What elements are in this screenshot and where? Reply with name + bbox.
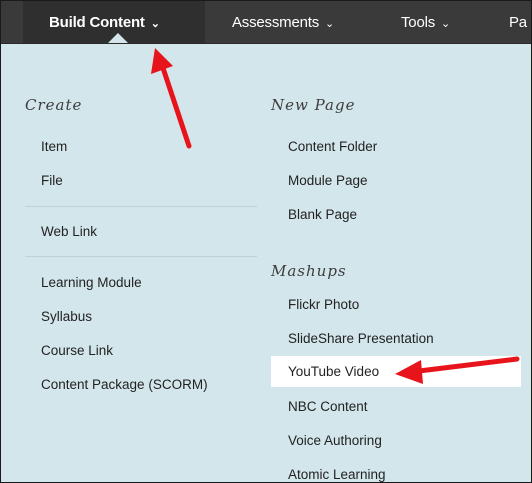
menu-item-blank-page[interactable]: Blank Page — [288, 207, 357, 222]
menu-item-web-link[interactable]: Web Link — [41, 224, 97, 239]
section-title-create: Create — [25, 96, 83, 114]
course-menu-bar: Build Content ⌄ Assessments ⌄ Tools ⌄ Pa — [1, 1, 531, 44]
annotation-arrow-left-icon — [395, 356, 520, 384]
section-title-new-page: New Page — [271, 96, 356, 114]
section-title-mashups: Mashups — [271, 262, 347, 280]
menu-item-item[interactable]: Item — [41, 139, 67, 154]
build-content-dropdown: Create Item File Web Link Learning Modul… — [1, 44, 531, 482]
tab-partial[interactable]: Pa — [509, 1, 527, 43]
annotation-arrow-up-icon — [151, 48, 192, 149]
dropdown-pointer — [108, 33, 128, 43]
menu-item-file[interactable]: File — [41, 173, 63, 188]
menu-item-content-folder[interactable]: Content Folder — [288, 139, 377, 154]
menu-item-youtube-video[interactable]: YouTube Video — [288, 364, 379, 379]
tab-build-content-label: Build Content — [49, 13, 145, 31]
tab-assessments-label: Assessments — [232, 13, 319, 31]
menu-item-voice-authoring[interactable]: Voice Authoring — [288, 433, 382, 448]
screenshot-frame: Build Content ⌄ Assessments ⌄ Tools ⌄ Pa… — [0, 0, 532, 483]
tab-tools[interactable]: Tools ⌄ — [401, 1, 450, 43]
tab-tools-label: Tools — [401, 13, 436, 31]
menu-item-nbc-content[interactable]: NBC Content — [288, 399, 368, 414]
tab-assessments[interactable]: Assessments ⌄ — [232, 1, 334, 43]
menu-item-atomic-learning[interactable]: Atomic Learning — [288, 467, 386, 482]
chevron-down-icon: ⌄ — [441, 17, 451, 30]
menu-item-slideshare[interactable]: SlideShare Presentation — [288, 331, 434, 346]
chevron-down-icon: ⌄ — [325, 17, 335, 30]
menu-item-flickr-photo[interactable]: Flickr Photo — [288, 297, 359, 312]
menu-item-module-page[interactable]: Module Page — [288, 173, 368, 188]
divider — [25, 206, 257, 207]
divider — [25, 256, 257, 257]
chevron-down-icon: ⌄ — [150, 17, 160, 30]
tab-partial-label: Pa — [509, 13, 527, 31]
menu-item-course-link[interactable]: Course Link — [41, 343, 113, 358]
menu-item-syllabus[interactable]: Syllabus — [41, 309, 92, 324]
menu-item-learning-module[interactable]: Learning Module — [41, 275, 142, 290]
menu-item-content-package[interactable]: Content Package (SCORM) — [41, 377, 208, 392]
